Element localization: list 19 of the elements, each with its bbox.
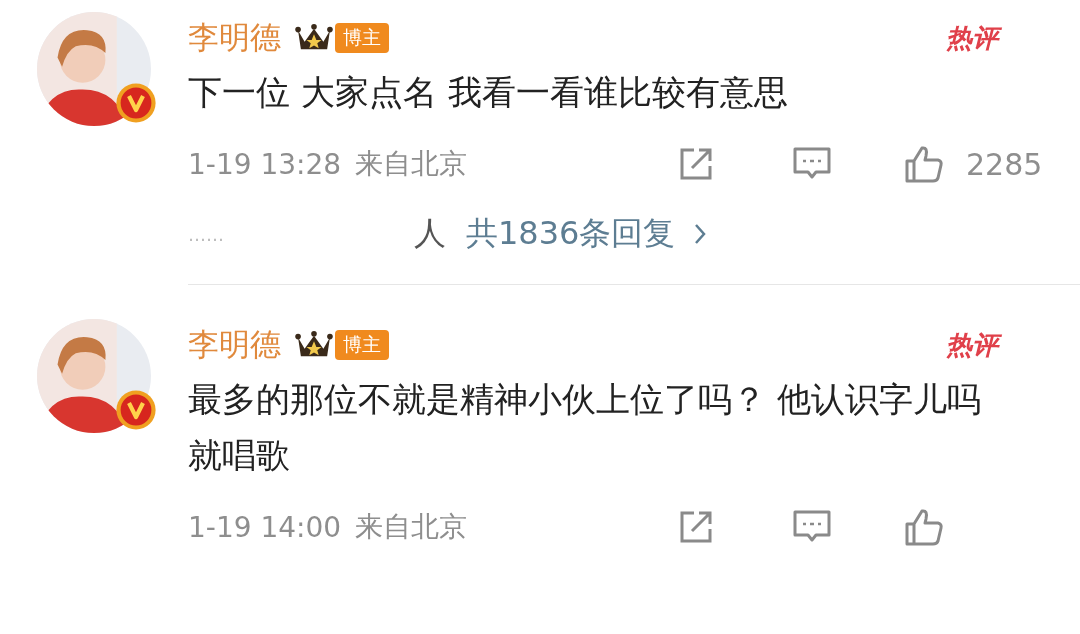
share-icon[interactable] [678, 509, 714, 545]
blogger-badge: 博主 [335, 23, 389, 53]
comment-time: 1-19 13:28 [188, 147, 342, 181]
replier-names: 人 [414, 213, 446, 254]
author-name[interactable]: 李明德 [188, 17, 281, 59]
author-name[interactable]: 李明德 [188, 324, 281, 366]
comment-time: 1-19 14:00 [188, 510, 342, 544]
ellipsis: …… [188, 223, 224, 245]
comment-location: 来自北京 [355, 146, 468, 182]
share-icon[interactable] [678, 146, 714, 182]
comment-location: 来自北京 [355, 509, 468, 545]
like-count: 2285 [966, 146, 1044, 182]
chevron-right-icon [693, 222, 708, 246]
like-icon[interactable] [904, 144, 944, 184]
blogger-badge: 博主 [335, 330, 389, 360]
like-icon[interactable] [904, 507, 944, 547]
reply-count-link[interactable]: 共1836条回复 [466, 212, 676, 256]
comment-text: 最多的那位不就是精神小伙上位了吗？ 他认识字儿吗就唱歌 [188, 378, 982, 477]
comment-text: 下一位 大家点名 我看一看谁比较有意思 [188, 71, 789, 114]
